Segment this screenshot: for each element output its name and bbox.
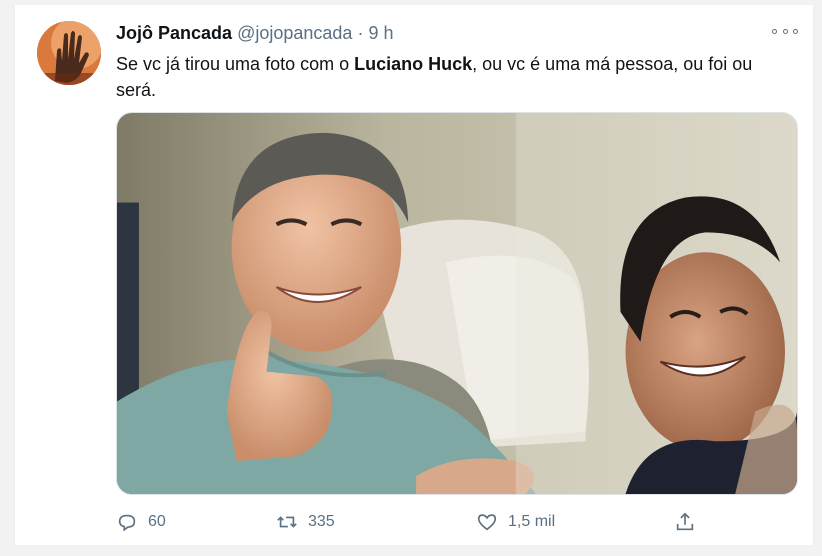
like-count: 1,5 mil: [508, 513, 556, 530]
retweet-count: 335: [308, 513, 335, 530]
retweet-icon: [277, 516, 297, 528]
share-icon: [676, 512, 694, 531]
more-options-icon[interactable]: [772, 23, 798, 39]
reply-count: 60: [148, 513, 166, 530]
heart-icon: [477, 514, 497, 531]
tweet-timestamp[interactable]: 9 h: [368, 23, 393, 43]
reply-icon: [118, 514, 136, 532]
tweet-text-bold: Luciano Huck: [354, 54, 473, 74]
tweet-card[interactable]: Jojô Pancada @jojopancada · 9 h Se vc já…: [14, 5, 814, 545]
separator-dot: ·: [357, 23, 364, 43]
avatar[interactable]: [37, 21, 101, 85]
author-handle[interactable]: @jojopancada: [237, 23, 352, 43]
share-button[interactable]: [674, 510, 696, 534]
tweet-photo[interactable]: [116, 112, 798, 495]
reply-button[interactable]: 60: [116, 510, 166, 534]
photo-image: [117, 113, 797, 494]
tweet-actions: 60 335 1,5 mil: [116, 510, 716, 534]
tweet-header: Jojô Pancada @jojopancada · 9 h: [116, 22, 393, 44]
tweet-text-part: Se vc já tirou uma foto com o: [116, 54, 355, 74]
author-name[interactable]: Jojô Pancada: [116, 23, 232, 43]
retweet-button[interactable]: 335: [276, 510, 335, 534]
hand-photo-avatar-icon: [37, 21, 101, 85]
like-button[interactable]: 1,5 mil: [476, 510, 555, 534]
tweet-text: Se vc já tirou uma foto com o Luciano Hu…: [116, 51, 796, 103]
